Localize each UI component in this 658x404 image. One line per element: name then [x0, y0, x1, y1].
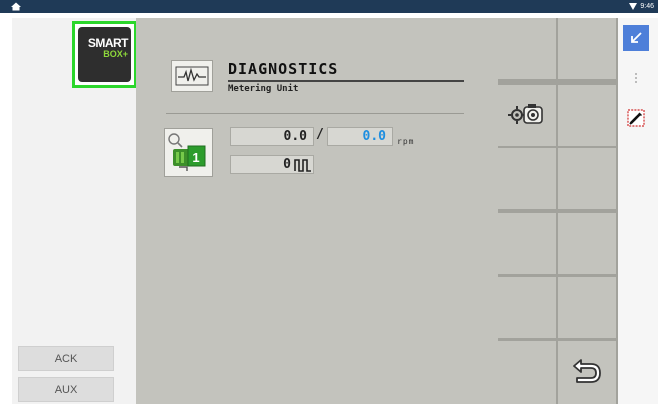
section-divider: [166, 113, 464, 114]
camera-settings-icon: [508, 104, 543, 124]
softkey-6[interactable]: [558, 148, 616, 209]
ack-button[interactable]: ACK: [18, 346, 114, 371]
softkey-8[interactable]: [558, 213, 616, 274]
aux-button[interactable]: AUX: [18, 377, 114, 402]
pulse-signal-icon: [294, 159, 311, 172]
softkey-7[interactable]: [498, 213, 556, 274]
edit-crossed-icon: [627, 109, 645, 127]
right-toolbar: [618, 18, 658, 404]
minimize-button[interactable]: [623, 25, 649, 51]
more-options-icon: [635, 73, 637, 83]
softkey-12[interactable]: [558, 341, 616, 404]
minimize-arrow-icon: [631, 32, 642, 43]
target-rpm-field: 0.0: [327, 127, 393, 146]
clock: 9:46: [640, 3, 654, 10]
metering-unit-number: 1: [192, 150, 199, 165]
edit-button[interactable]: [623, 105, 649, 131]
rpm-separator: /: [316, 127, 324, 142]
screen: 9:46 SMART BOX+ ACK AUX DIAGNOSTICS Mete…: [0, 0, 658, 404]
metering-unit-icon[interactable]: 1: [164, 128, 213, 177]
logo-line2: BOX+: [103, 49, 128, 59]
page-title: DIAGNOSTICS: [228, 60, 339, 78]
smartbox-logo-frame[interactable]: SMART BOX+: [72, 21, 137, 88]
page-subtitle: Metering Unit: [228, 84, 299, 94]
softkey-9[interactable]: [498, 277, 556, 338]
diagnostics-panel: DIAGNOSTICS Metering Unit 1 0.0 / 0.0 rp…: [136, 18, 498, 404]
status-bar: 9:46: [0, 0, 658, 13]
smartbox-logo: SMART BOX+: [78, 27, 131, 82]
softkey-grid: [498, 18, 618, 404]
softkey-10[interactable]: [558, 277, 616, 338]
home-icon: [11, 2, 21, 11]
softkey-4[interactable]: [558, 85, 616, 146]
signal-icon: [629, 3, 638, 10]
left-panel: SMART BOX+ ACK AUX: [12, 18, 137, 404]
rpm-unit: rpm: [397, 137, 415, 146]
softkey-5[interactable]: [498, 148, 556, 209]
more-options-button[interactable]: [623, 65, 649, 91]
title-underline: [228, 80, 464, 82]
softkey-11[interactable]: [498, 341, 556, 404]
softkey-3[interactable]: [498, 85, 556, 146]
pulse-wave-icon: [171, 60, 213, 92]
actual-rpm-field: 0.0: [230, 127, 314, 146]
back-arrow-icon: [573, 359, 601, 383]
status-right: 9:46: [629, 1, 654, 12]
logo-line1: SMART: [87, 36, 129, 50]
softkey-1[interactable]: [498, 18, 556, 79]
softkey-2[interactable]: [558, 18, 616, 79]
